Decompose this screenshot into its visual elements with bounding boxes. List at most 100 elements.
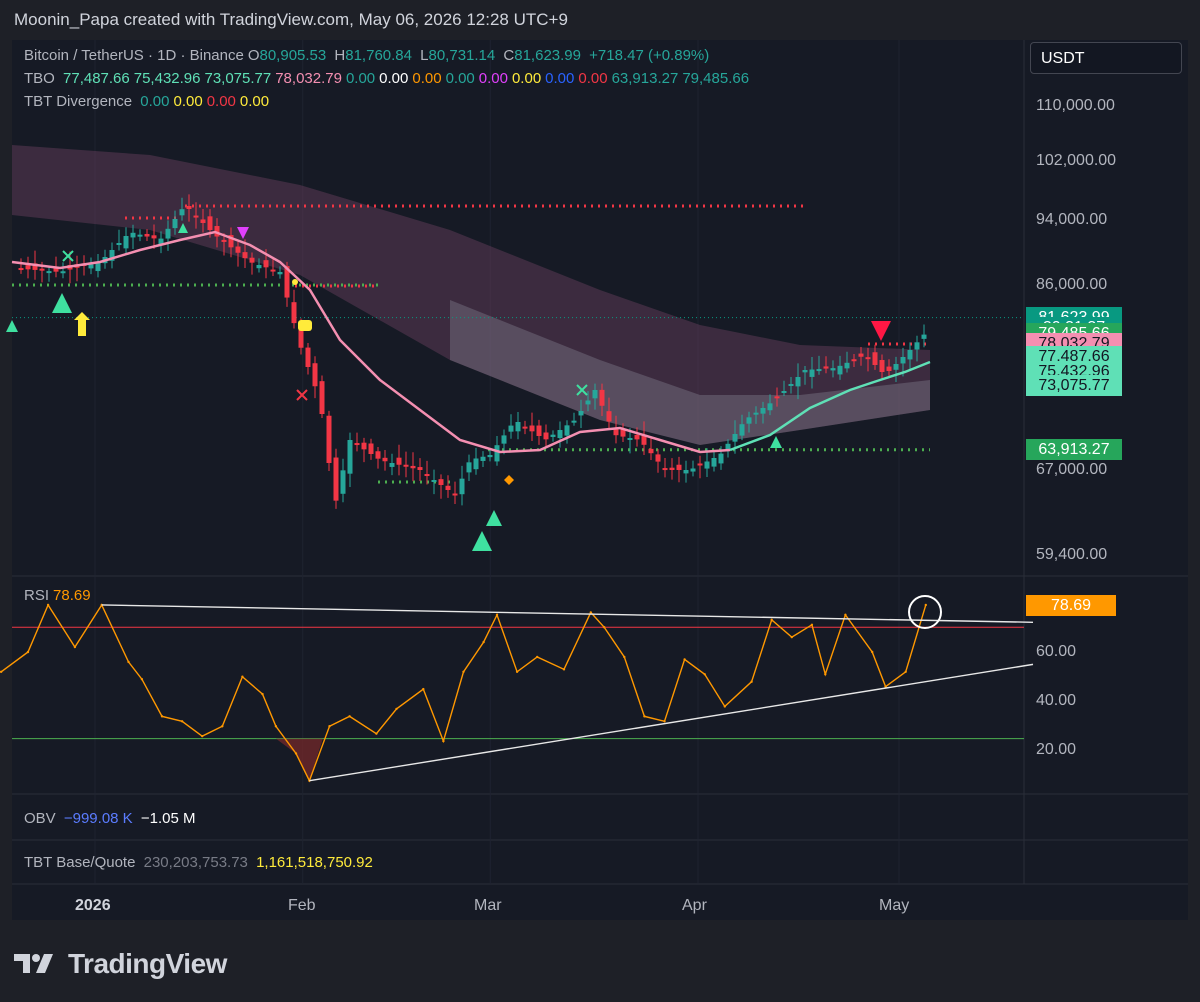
candle-body bbox=[18, 268, 24, 271]
close-label: C bbox=[503, 47, 515, 64]
candle-body bbox=[634, 434, 640, 440]
candle-body bbox=[144, 233, 150, 237]
candle-body bbox=[774, 396, 780, 399]
rsi-point bbox=[26, 650, 30, 654]
yellow-marker bbox=[298, 320, 312, 331]
time-axis-label: Feb bbox=[288, 897, 316, 914]
open-value: 80,905.53 bbox=[259, 47, 327, 64]
candle-body bbox=[319, 381, 325, 414]
buy-signal-triangle bbox=[6, 320, 18, 332]
time-axis-label: 2026 bbox=[75, 897, 111, 914]
candle-body bbox=[662, 468, 668, 471]
candle-body bbox=[739, 424, 745, 436]
rsi-point bbox=[643, 715, 646, 718]
candle-body bbox=[732, 434, 738, 442]
tradingview-logo[interactable]: TradingView bbox=[14, 948, 227, 980]
price-axis-label: 67,000.00 bbox=[1036, 461, 1108, 478]
candle-body bbox=[921, 334, 927, 339]
candle-body bbox=[676, 464, 682, 470]
candle-body bbox=[802, 370, 808, 373]
tbo-value: 63,913.27 bbox=[611, 70, 679, 87]
rsi-point bbox=[442, 739, 445, 743]
high-value: 81,760.84 bbox=[345, 47, 412, 64]
rsi-point bbox=[294, 752, 298, 755]
candle-body bbox=[879, 360, 885, 372]
candle-body bbox=[893, 364, 899, 370]
candle-body bbox=[291, 302, 297, 324]
candle-body bbox=[557, 430, 563, 439]
candle-body bbox=[543, 432, 549, 440]
candle-body bbox=[501, 435, 507, 444]
rsi-point bbox=[495, 613, 499, 617]
rsi-point bbox=[140, 678, 144, 681]
tbo-value: 77,487.66 bbox=[63, 70, 130, 87]
candle-body bbox=[172, 219, 178, 229]
candle-body bbox=[718, 453, 724, 464]
candle-body bbox=[123, 236, 129, 249]
candle-body bbox=[270, 269, 276, 272]
rsi-point bbox=[536, 655, 539, 659]
candle-body bbox=[466, 462, 472, 473]
rsi-point bbox=[663, 720, 666, 723]
candle-body bbox=[858, 353, 864, 357]
candle-body bbox=[865, 357, 871, 360]
rsi-point bbox=[201, 734, 204, 738]
rsi-point bbox=[810, 623, 814, 626]
candle-body bbox=[844, 362, 850, 369]
candle-body bbox=[249, 257, 255, 263]
rsi-tag: 78.69 bbox=[1026, 595, 1116, 616]
rsi-point bbox=[924, 603, 927, 607]
chart-canvas[interactable] bbox=[0, 0, 1200, 1002]
rsi-point bbox=[589, 611, 592, 614]
buy-signal-triangle bbox=[52, 293, 72, 313]
candle-body bbox=[116, 243, 122, 245]
candle-body bbox=[550, 434, 556, 437]
candle-body bbox=[795, 377, 801, 387]
obv-name: OBV bbox=[24, 810, 56, 827]
rsi-point bbox=[73, 645, 77, 649]
candle-body bbox=[424, 474, 430, 477]
rsi-trendline bbox=[101, 604, 1034, 623]
tbo-value: 79,485.66 bbox=[682, 70, 750, 87]
close-value: 81,623.99 bbox=[514, 47, 581, 64]
yellow-arrow-marker bbox=[74, 312, 90, 336]
time-axis-label: Mar bbox=[474, 897, 502, 914]
candle-body bbox=[361, 442, 367, 450]
candle-body bbox=[599, 389, 605, 406]
candle-body bbox=[606, 411, 612, 422]
candle-body bbox=[851, 359, 857, 362]
yellow-dot-marker bbox=[292, 279, 298, 285]
open-label: O bbox=[247, 47, 260, 64]
sell-signal-triangle bbox=[871, 321, 891, 341]
time-axis-label: Apr bbox=[682, 897, 707, 914]
rsi-point bbox=[160, 715, 164, 718]
cross-marker bbox=[296, 389, 308, 401]
low-value: 80,731.14 bbox=[428, 47, 496, 64]
rsi-legend: RSI 78.69 bbox=[24, 587, 95, 604]
candle-body bbox=[781, 391, 787, 393]
rsi-point bbox=[375, 732, 378, 735]
low-label: L bbox=[420, 47, 429, 64]
candle-body bbox=[382, 457, 388, 462]
currency-button[interactable]: USDT bbox=[1030, 42, 1182, 74]
divergence-value: 0.00 bbox=[206, 93, 236, 110]
symbol-name: Bitcoin / TetherUS · 1D · Binance bbox=[24, 47, 244, 64]
candle-body bbox=[207, 216, 213, 230]
tbo-value: 0.00 bbox=[578, 70, 608, 87]
candle-body bbox=[753, 412, 759, 415]
candle-body bbox=[431, 480, 437, 482]
candle-body bbox=[410, 465, 416, 469]
candle-body bbox=[46, 271, 52, 274]
rsi-point bbox=[328, 725, 331, 728]
candle-body bbox=[368, 443, 374, 454]
rsi-point bbox=[180, 720, 184, 723]
candle-body bbox=[452, 493, 458, 496]
buy-signal-triangle bbox=[472, 531, 492, 551]
candle-body bbox=[872, 352, 878, 365]
candle-body bbox=[886, 366, 892, 371]
symbol-legend: Bitcoin / TetherUS · 1D · Binance O80,905… bbox=[24, 47, 713, 64]
candle-body bbox=[326, 415, 332, 463]
rsi-point bbox=[871, 650, 874, 654]
candle-body bbox=[403, 464, 409, 467]
rsi-point bbox=[723, 705, 726, 708]
